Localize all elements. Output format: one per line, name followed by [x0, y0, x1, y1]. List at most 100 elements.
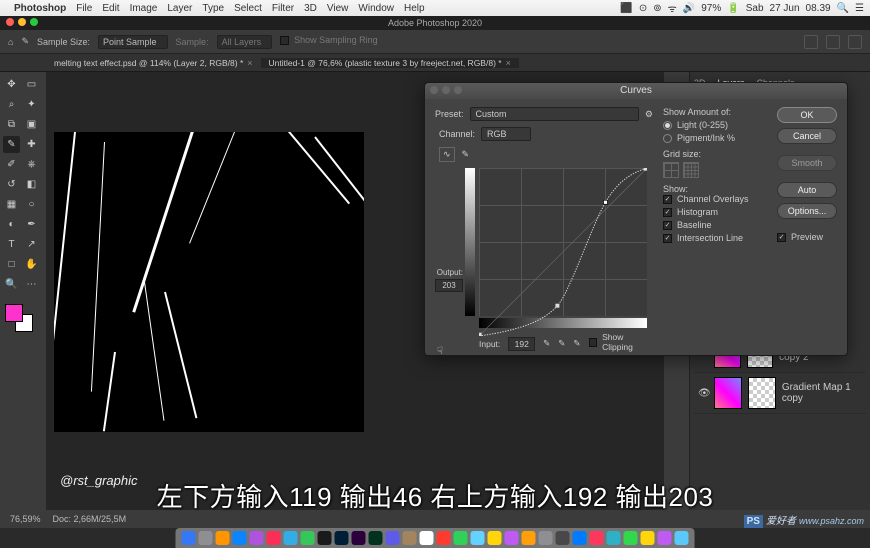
document-canvas[interactable]	[54, 132, 364, 432]
channel-select[interactable]: RGB	[481, 127, 531, 141]
menu-help[interactable]: Help	[404, 3, 425, 14]
white-point-eyedropper[interactable]: ✎	[573, 338, 580, 349]
auto-button[interactable]: Auto	[777, 182, 837, 198]
lasso-tool[interactable]: ⌕	[3, 96, 20, 113]
options-button[interactable]: Options...	[777, 203, 837, 219]
menu-select[interactable]: Select	[234, 3, 262, 14]
doc-size[interactable]: Doc: 2,66M/25,5M	[53, 514, 127, 524]
tab-2[interactable]: Untitled-1 @ 76,6% (plastic texture 3 by…	[261, 58, 519, 68]
dock-app[interactable]	[607, 531, 621, 545]
home-icon[interactable]: ⌂	[8, 37, 13, 47]
workspace-icon[interactable]	[804, 35, 818, 49]
path-tool[interactable]: ↗	[23, 236, 40, 253]
menu-layer[interactable]: Layer	[167, 3, 192, 14]
pigment-radio[interactable]: Pigment/Ink %	[663, 133, 769, 143]
curves-graph[interactable]	[479, 168, 647, 316]
dock-app[interactable]	[471, 531, 485, 545]
preset-select[interactable]: Custom	[470, 107, 639, 121]
dock-app[interactable]	[182, 531, 196, 545]
cancel-button[interactable]: Cancel	[777, 128, 837, 144]
edit-toolbar[interactable]: ⋯	[23, 276, 40, 293]
dock-app[interactable]	[539, 531, 553, 545]
zoom-tool[interactable]: 🔍	[3, 276, 20, 293]
heal-tool[interactable]: ✚	[23, 136, 40, 153]
menu-image[interactable]: Image	[130, 3, 158, 14]
dock-app[interactable]	[267, 531, 281, 545]
dock-app[interactable]	[488, 531, 502, 545]
pencil-tool-icon[interactable]: ✎	[459, 148, 473, 161]
close-icon[interactable]: ×	[247, 58, 252, 68]
app-menu[interactable]: Photoshop	[14, 3, 66, 14]
shape-tool[interactable]: □	[3, 256, 20, 273]
window-controls[interactable]	[6, 18, 38, 26]
wand-tool[interactable]: ✦	[23, 96, 40, 113]
dock-app[interactable]	[590, 531, 604, 545]
dialog-window-controls[interactable]	[430, 86, 462, 94]
pen-tool[interactable]: ✒	[23, 216, 40, 233]
dock-app[interactable]	[233, 531, 247, 545]
tab-1[interactable]: melting text effect.psd @ 114% (Layer 2,…	[46, 58, 261, 68]
output-value[interactable]: 203	[435, 279, 463, 292]
share-icon[interactable]	[848, 35, 862, 49]
dock-app[interactable]	[658, 531, 672, 545]
menu-window[interactable]: Window	[358, 3, 394, 14]
dock-app[interactable]	[624, 531, 638, 545]
gradient-tool[interactable]: ▦	[3, 196, 20, 213]
layer-thumb[interactable]	[714, 377, 742, 409]
macos-dock[interactable]	[176, 528, 695, 548]
layer-row[interactable]: 👁 Gradient Map 1 copy	[694, 373, 866, 414]
menu-view[interactable]: View	[327, 3, 349, 14]
hand-icon[interactable]: ☟	[437, 346, 443, 357]
hand-tool[interactable]: ✋	[23, 256, 40, 273]
dock-app[interactable]	[250, 531, 264, 545]
menu-3d[interactable]: 3D	[304, 3, 317, 14]
sample-size-select[interactable]: Point Sample	[98, 35, 168, 49]
history-brush-tool[interactable]: ↺	[3, 176, 20, 193]
preset-menu-icon[interactable]: ⚙	[645, 109, 653, 120]
eraser-tool[interactable]: ◧	[23, 176, 40, 193]
dock-app[interactable]	[573, 531, 587, 545]
check-intersection[interactable]: ✓Intersection Line	[663, 233, 769, 243]
dock-app[interactable]	[437, 531, 451, 545]
blur-tool[interactable]: ○	[23, 196, 40, 213]
dodge-tool[interactable]: ◐	[3, 216, 20, 233]
zoom-level[interactable]: 76,59%	[10, 514, 41, 524]
input-value[interactable]: 192	[508, 337, 535, 351]
dock-app[interactable]	[522, 531, 536, 545]
eyedropper-tool-icon[interactable]: ✎	[21, 36, 29, 47]
black-point-eyedropper[interactable]: ✎	[543, 338, 550, 349]
preview-check[interactable]: ✓Preview	[777, 232, 837, 242]
dock-app[interactable]	[675, 531, 689, 545]
gray-point-eyedropper[interactable]: ✎	[558, 338, 565, 349]
type-tool[interactable]: T	[3, 236, 20, 253]
close-icon[interactable]: ×	[506, 58, 511, 68]
dock-app[interactable]	[641, 531, 655, 545]
stamp-tool[interactable]: ⎈	[23, 156, 40, 173]
check-channel-overlays[interactable]: ✓Channel Overlays	[663, 194, 769, 204]
eyedropper-tool[interactable]: ✎	[3, 136, 20, 153]
menu-file[interactable]: File	[76, 3, 92, 14]
dock-app[interactable]	[352, 531, 366, 545]
grid-fine[interactable]	[683, 162, 699, 178]
menu-type[interactable]: Type	[202, 3, 224, 14]
menu-edit[interactable]: Edit	[102, 3, 119, 14]
dialog-titlebar[interactable]: Curves	[425, 83, 847, 99]
color-swatches[interactable]	[3, 302, 43, 332]
dock-app[interactable]	[420, 531, 434, 545]
check-baseline[interactable]: ✓Baseline	[663, 220, 769, 230]
dock-app[interactable]	[301, 531, 315, 545]
crop-tool[interactable]: ⧉	[3, 116, 20, 133]
menu-filter[interactable]: Filter	[272, 3, 294, 14]
move-tool[interactable]: ✥	[3, 76, 20, 93]
search-icon[interactable]: 🔍	[837, 3, 849, 14]
show-sampling-ring-check[interactable]: Show Sampling Ring	[280, 35, 378, 45]
brush-tool[interactable]: ✐	[3, 156, 20, 173]
frame-tool[interactable]: ▣	[23, 116, 40, 133]
layer-mask-thumb[interactable]	[748, 377, 776, 409]
dock-app[interactable]	[318, 531, 332, 545]
dock-app[interactable]	[505, 531, 519, 545]
dock-app[interactable]	[556, 531, 570, 545]
visibility-icon[interactable]: 👁	[698, 388, 708, 399]
dock-app[interactable]	[454, 531, 468, 545]
check-histogram[interactable]: ✓Histogram	[663, 207, 769, 217]
